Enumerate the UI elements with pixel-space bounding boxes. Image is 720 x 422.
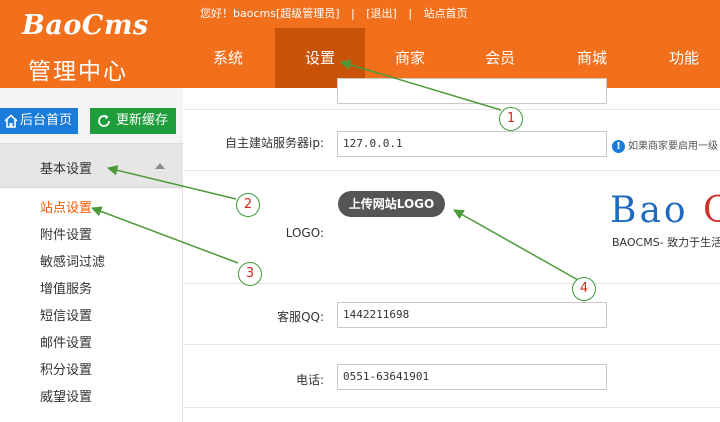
nav-item-functions[interactable]: 功能: [639, 28, 720, 88]
sidebar-item-prestige-settings[interactable]: 威望设置: [0, 384, 183, 411]
greeting-text: 您好！baocms[超级管理员]: [200, 7, 340, 20]
refresh-button-label: 更新缓存: [116, 113, 169, 128]
refresh-cache-button[interactable]: 更新缓存: [90, 108, 176, 134]
settings-form: 自主建站服务器ip: 127.0.0.1 ! 如果商家要启用一级 LOGO: 上传…: [184, 78, 720, 422]
brand-title: 管理中心: [28, 59, 128, 85]
section-basic-settings[interactable]: 基本设置: [0, 144, 183, 188]
sidebar: 后台首页 更新缓存 基本设置 站点设置 附件设置 敏感词过滤 增值服务 短信设置…: [0, 88, 183, 422]
logo-slogan: BAOCMS- 致力于生活: [612, 236, 720, 249]
sidebar-item-word-filter[interactable]: 敏感词过滤: [0, 249, 183, 276]
section-title: 基本设置: [40, 162, 93, 177]
sidebar-item-value-added[interactable]: 增值服务: [0, 276, 183, 303]
sidebar-menu: 站点设置 附件设置 敏感词过滤 增值服务 短信设置 邮件设置 积分设置 威望设置: [0, 195, 183, 411]
partial-field[interactable]: [337, 78, 607, 104]
nav-item-system[interactable]: 系统: [183, 28, 273, 88]
brand-logo: BaoCms: [22, 10, 149, 41]
info-icon: !: [612, 139, 625, 153]
separator: |: [408, 7, 413, 20]
logo-preview-text: Bao C: [610, 190, 720, 231]
logo-label: LOGO:: [285, 226, 324, 240]
form-row-qq: 客服QQ: 1442211698: [184, 284, 720, 345]
brand-area: BaoCms 管理中心: [0, 0, 183, 88]
server-ip-label: 自主建站服务器ip:: [225, 136, 324, 150]
home-button[interactable]: 后台首页: [0, 108, 78, 134]
refresh-icon: [98, 114, 110, 127]
sidebar-item-points-settings[interactable]: 积分设置: [0, 357, 183, 384]
qq-label: 客服QQ:: [277, 310, 324, 324]
sidebar-item-mail-settings[interactable]: 邮件设置: [0, 330, 183, 357]
qq-input[interactable]: 1442211698: [337, 302, 607, 328]
form-row-server-ip: 自主建站服务器ip: 127.0.0.1 ! 如果商家要启用一级: [184, 110, 720, 171]
top-status-bar: 您好！baocms[超级管理员] | [退出] | 站点首页: [200, 5, 468, 21]
logout-link[interactable]: [退出]: [366, 5, 397, 21]
server-ip-hint-text: 如果商家要启用一级: [628, 141, 718, 152]
callout-2: 2: [236, 193, 260, 217]
sidebar-item-sms-settings[interactable]: 短信设置: [0, 303, 183, 330]
site-home-link[interactable]: 站点首页: [424, 5, 468, 21]
callout-4: 4: [572, 277, 596, 301]
upload-logo-button[interactable]: 上传网站LOGO: [338, 191, 445, 217]
separator: |: [351, 7, 355, 20]
form-row-partial: [184, 78, 720, 110]
home-icon: [4, 114, 18, 128]
home-button-label: 后台首页: [20, 113, 73, 128]
logo-preview: Bao C: [610, 190, 720, 231]
server-ip-input[interactable]: 127.0.0.1: [337, 131, 607, 157]
server-ip-hint: ! 如果商家要启用一级: [612, 137, 718, 153]
phone-input[interactable]: 0551-63641901: [337, 364, 607, 390]
callout-1: 1: [499, 107, 523, 131]
form-row-phone: 电话: 0551-63641901: [184, 345, 720, 408]
sidebar-item-attachment-settings[interactable]: 附件设置: [0, 222, 183, 249]
sidebar-buttons: 后台首页 更新缓存: [0, 88, 183, 144]
phone-label: 电话:: [295, 373, 324, 387]
sidebar-item-site-settings[interactable]: 站点设置: [0, 195, 183, 222]
collapse-caret-icon: [155, 163, 165, 169]
callout-3: 3: [238, 262, 262, 286]
